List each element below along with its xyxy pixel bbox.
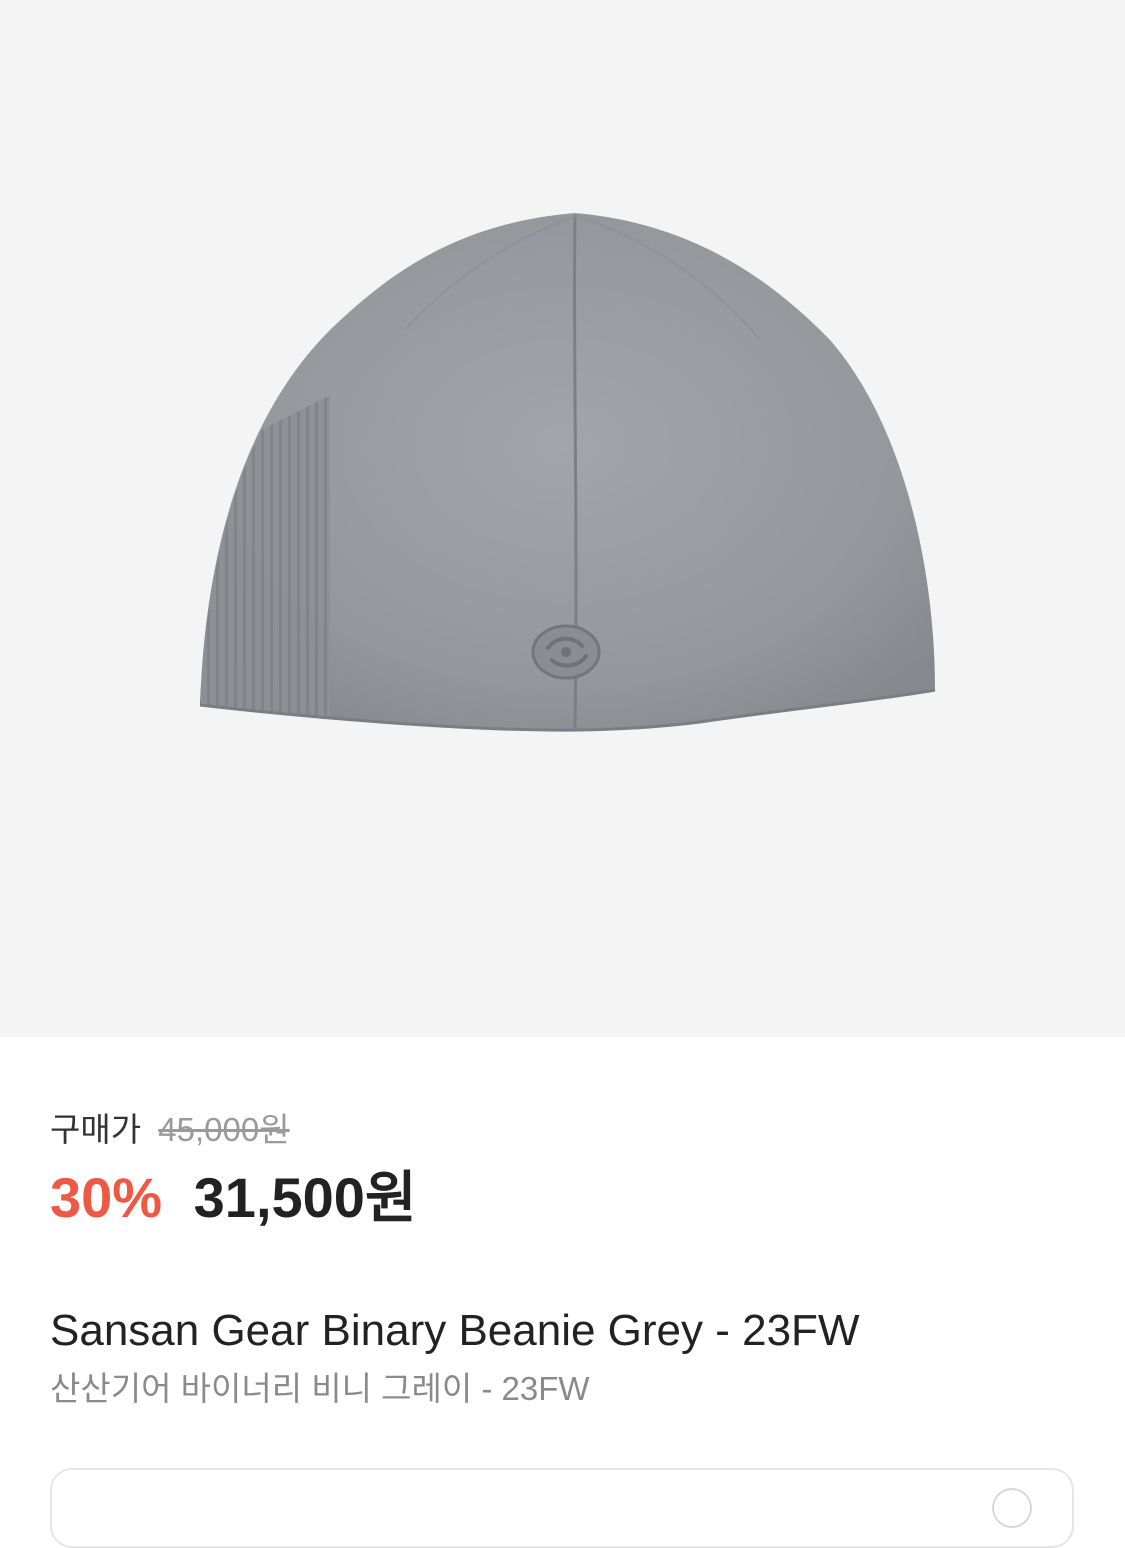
price-label-row: 구매가 45,000원	[50, 1108, 416, 1152]
sale-price: 31,500원	[193, 1166, 417, 1229]
product-image-area[interactable]	[0, 0, 1125, 1037]
sale-price-row: 30% 31,500원	[50, 1166, 416, 1230]
price-label: 구매가	[50, 1111, 142, 1148]
product-name-en: Sansan Gear Binary Beanie Grey - 23FW	[50, 1306, 860, 1355]
brand-logo-icon	[531, 624, 601, 680]
chevron-circle-icon[interactable]	[992, 1488, 1032, 1528]
product-name-section: Sansan Gear Binary Beanie Grey - 23FW 산산…	[50, 1303, 859, 1411]
original-price: 45,000원	[158, 1111, 290, 1148]
discount-rate: 30%	[50, 1166, 163, 1229]
price-section: 구매가 45,000원 30% 31,500원	[50, 1108, 416, 1230]
option-select-box[interactable]	[50, 1468, 1074, 1548]
beanie-product-image	[199, 213, 936, 732]
product-name-ko: 산산기어 바이너리 비니 그레이 - 23FW	[50, 1370, 590, 1407]
